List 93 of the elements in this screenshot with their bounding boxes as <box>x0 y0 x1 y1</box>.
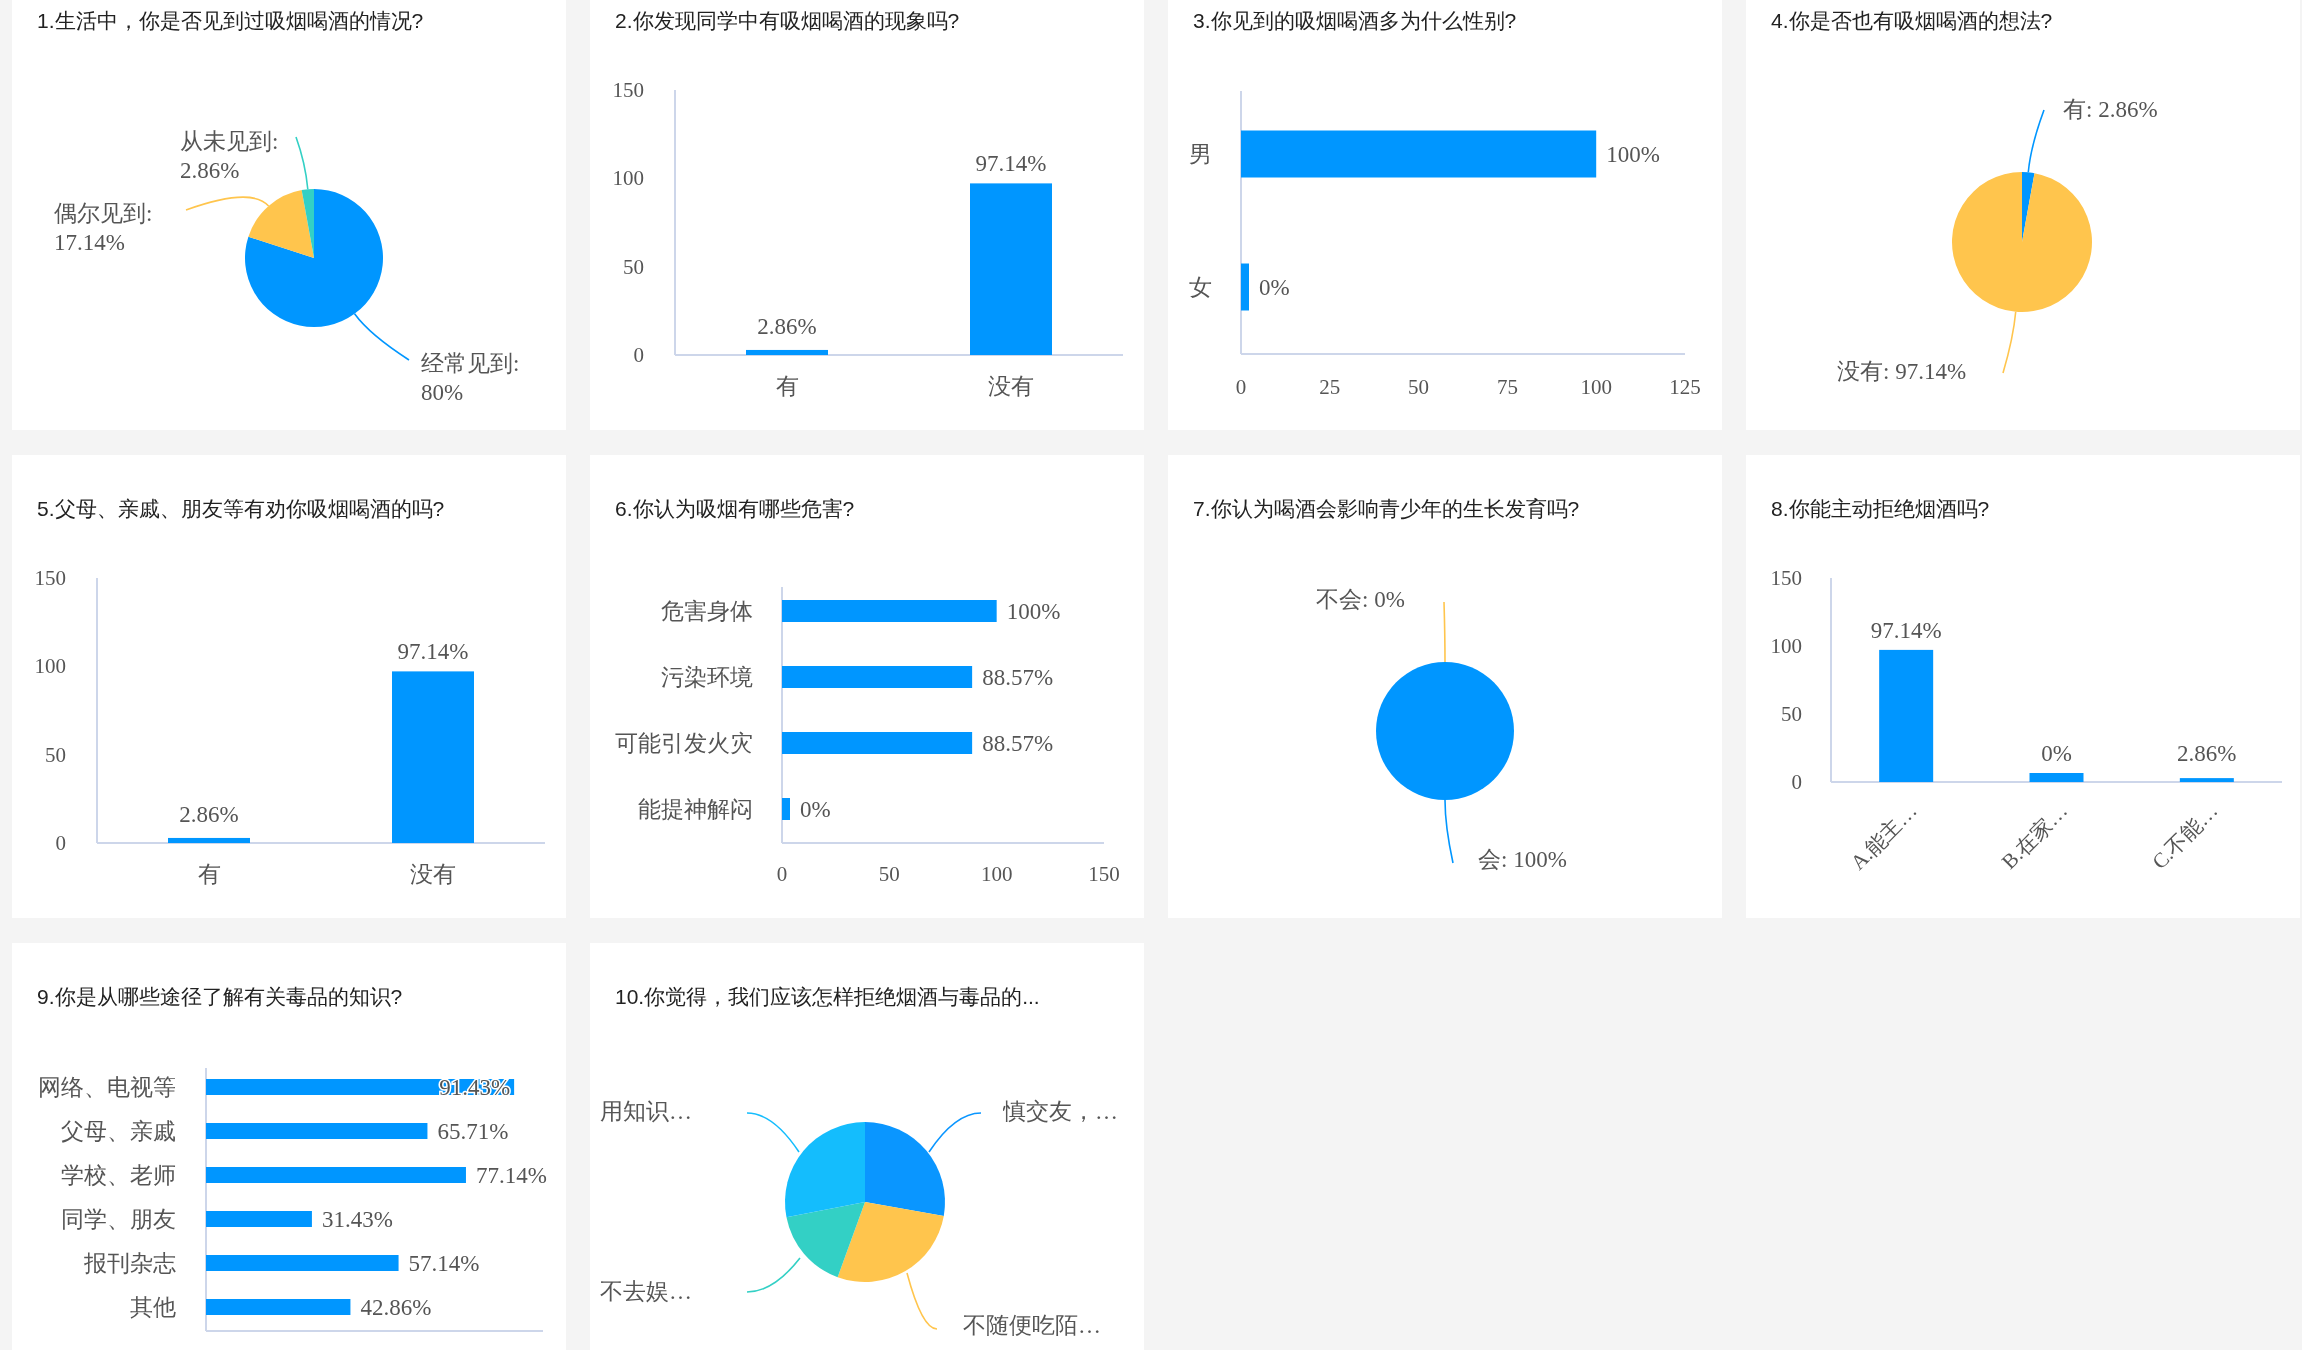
axis-label: 100 <box>1770 634 1802 658</box>
category-label: A.能主… <box>1845 798 1922 875</box>
leader-line <box>295 136 309 191</box>
chart-title: 5.父母、亲戚、朋友等有劝你吸烟喝酒的吗? <box>36 496 446 522</box>
slice-label: 偶尔见到: 17.14% <box>54 200 154 257</box>
category-label: C.不能… <box>2147 798 2223 874</box>
category-label: 污染环境 <box>661 665 753 690</box>
leader-line <box>1443 601 1446 663</box>
slice-label: 从未见到: 2.86% <box>180 128 280 185</box>
value-label: 2.86% <box>179 802 239 827</box>
value-label: 0% <box>2041 741 2072 766</box>
value-label: 31.43% <box>321 1207 393 1232</box>
value-label: 97.14% <box>397 639 469 665</box>
category-label: 有 <box>775 374 799 399</box>
slice-label: 会: 100% <box>1478 846 1567 874</box>
slice-label: 不会: 0% <box>1316 586 1405 614</box>
category-label: 同学、朋友 <box>61 1207 176 1232</box>
axis-label: 0 <box>55 831 66 855</box>
value-label: 88.57% <box>982 731 1054 756</box>
chart-title: 6.你认为吸烟有哪些危害? <box>614 496 856 522</box>
category-label: 危害身体 <box>661 599 753 624</box>
category-label: 其他 <box>130 1295 176 1320</box>
value-label: 2.86% <box>2177 741 2237 766</box>
slice-label: 慎交友，… <box>1003 1098 1118 1126</box>
axis-label: 0 <box>776 862 788 886</box>
axis-label: 125 <box>1669 375 1701 399</box>
axis-label: 100 <box>612 166 644 191</box>
chart-title: 2.你发现同学中有吸烟喝酒的现象吗? <box>614 8 961 34</box>
category-label: B.在家… <box>1996 798 2073 874</box>
slice-label: 经常见到: 80% <box>421 350 521 407</box>
value-label: 57.14% <box>408 1251 480 1276</box>
axis-label: 100 <box>34 654 66 679</box>
axis-label: 50 <box>45 742 66 767</box>
zero-value-marker <box>2029 773 2084 782</box>
category-label: 能提神解闷 <box>638 797 753 822</box>
category-label: 女 <box>1188 275 1212 300</box>
bar <box>2179 778 2234 782</box>
leader-line <box>353 313 410 361</box>
category-label: 网络、电视等 <box>38 1075 176 1100</box>
category-label: 可能引发火灾 <box>615 731 753 756</box>
axis-label: 150 <box>34 566 66 590</box>
leader-line <box>2002 310 2017 374</box>
axis-label: 0 <box>633 343 644 367</box>
value-label: 2.86% <box>757 314 817 339</box>
value-label: 97.14% <box>975 151 1047 177</box>
value-label: 0% <box>800 797 831 822</box>
category-label: 没有 <box>988 374 1034 399</box>
leader-line <box>746 1257 801 1293</box>
chart-title: 10.你觉得，我们应该怎样拒绝烟酒与毒品的... <box>614 984 1041 1010</box>
value-label: 97.14% <box>1870 617 1942 643</box>
category-label: 报刊杂志 <box>84 1251 176 1276</box>
axis-label: 0 <box>1791 770 1802 794</box>
leader-line <box>928 1112 982 1153</box>
axis-label: 0 <box>1235 375 1247 399</box>
chart-title: 9.你是从哪些途径了解有关毒品的知识? <box>36 984 404 1010</box>
axis-label: 75 <box>1496 375 1518 399</box>
slice-label: 不去娱… <box>600 1278 692 1306</box>
value-label: 100% <box>1606 142 1660 167</box>
slice-label: 没有: 97.14% <box>1837 358 1967 386</box>
slice-label: 用知识… <box>600 1098 692 1126</box>
axis-label: 50 <box>878 862 900 886</box>
axis-label: 150 <box>1770 566 1802 590</box>
chart-title: 1.生活中，你是否见到过吸烟喝酒的情况? <box>36 8 425 34</box>
category-label: 学校、老师 <box>61 1163 176 1188</box>
value-label: 100% <box>1006 599 1061 624</box>
axis-label: 50 <box>1781 702 1802 726</box>
category-label: 父母、亲戚 <box>61 1119 176 1144</box>
value-label: 65.71% <box>437 1119 509 1144</box>
leader-line <box>906 1272 938 1330</box>
chart-title: 4.你是否也有吸烟喝酒的想法? <box>1770 8 2054 34</box>
slice-label: 不随便吃陌… <box>963 1312 1101 1340</box>
value-label: 77.14% <box>475 1163 547 1188</box>
chart-title: 3.你见到的吸烟喝酒多为什么性别? <box>1192 8 1518 34</box>
leader-line <box>746 1112 800 1153</box>
axis-label: 100 <box>980 862 1013 886</box>
axis-label: 25 <box>1319 375 1341 399</box>
value-label: 88.57% <box>982 665 1054 690</box>
value-label: 0% <box>1259 275 1290 300</box>
axis-label: 150 <box>612 78 644 102</box>
chart-title: 7.你认为喝酒会影响青少年的生长发育吗? <box>1192 496 1581 522</box>
axis-label: 150 <box>1088 862 1120 886</box>
category-label: 男 <box>1188 142 1212 167</box>
category-label: 有 <box>197 862 221 887</box>
leader-line <box>2027 109 2045 174</box>
leader-line <box>1444 799 1454 864</box>
category-label: 没有 <box>410 862 456 887</box>
axis-label: 100 <box>1580 375 1612 399</box>
value-label: 42.86% <box>360 1295 432 1320</box>
chart-title: 8.你能主动拒绝烟酒吗? <box>1770 496 1991 522</box>
axis-label: 50 <box>1408 375 1430 399</box>
slice-label: 有: 2.86% <box>2063 96 2158 124</box>
axis-label: 50 <box>623 254 644 279</box>
value-label: 91.43% <box>439 1075 511 1100</box>
